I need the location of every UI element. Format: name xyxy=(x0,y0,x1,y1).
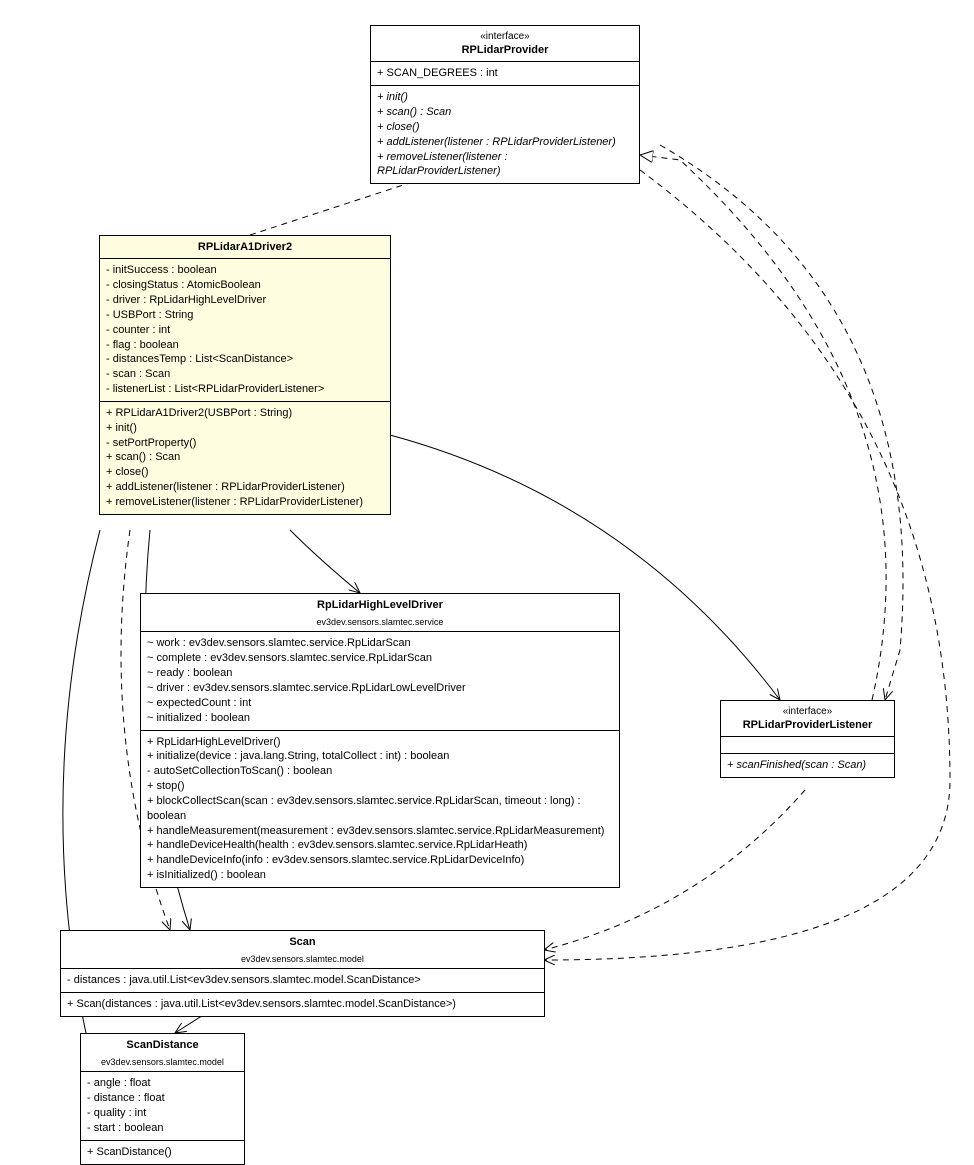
operations: + ScanDistance() xyxy=(81,1140,244,1164)
attributes: - angle : float - distance : float - qua… xyxy=(81,1071,244,1139)
operations: + scanFinished(scan : Scan) xyxy=(721,753,894,777)
class-name: Scan xyxy=(61,931,544,953)
operations: + RpLidarHighLevelDriver() + initialize(… xyxy=(141,730,619,887)
class-package: ev3dev.sensors.slamtec.model xyxy=(61,953,544,968)
class-name: RpLidarHighLevelDriver xyxy=(141,594,619,616)
stereotype: «interface» xyxy=(377,30,633,43)
class-name: ScanDistance xyxy=(81,1034,244,1056)
operations: + Scan(distances : java.util.List<ev3dev… xyxy=(61,992,544,1016)
attributes: + SCAN_DEGREES : int xyxy=(371,61,639,85)
attributes: - distances : java.util.List<ev3dev.sens… xyxy=(61,968,544,992)
attributes: ~ work : ev3dev.sensors.slamtec.service.… xyxy=(141,631,619,729)
interface-rplidarproviderlistener: «interface» RPLidarProviderListener + sc… xyxy=(720,700,895,778)
attributes: - initSuccess : boolean - closingStatus … xyxy=(100,258,390,401)
class-rplidarhighleveldriver: RpLidarHighLevelDriver ev3dev.sensors.sl… xyxy=(140,593,620,888)
operations: + init() + scan() : Scan + close() + add… xyxy=(371,85,639,183)
attributes xyxy=(721,736,894,753)
class-name: RPLidarProvider xyxy=(377,43,633,57)
class-package: ev3dev.sensors.slamtec.service xyxy=(141,616,619,631)
class-name: RPLidarProviderListener xyxy=(727,718,888,732)
class-rplidara1driver2: RPLidarA1Driver2 - initSuccess : boolean… xyxy=(99,235,391,515)
interface-rplidarprovider: «interface» RPLidarProvider + SCAN_DEGRE… xyxy=(370,25,640,184)
class-scan: Scan ev3dev.sensors.slamtec.model - dist… xyxy=(60,930,545,1017)
operations: + RPLidarA1Driver2(USBPort : String) + i… xyxy=(100,401,390,514)
stereotype: «interface» xyxy=(727,705,888,718)
class-name: RPLidarA1Driver2 xyxy=(100,236,390,258)
class-package: ev3dev.sensors.slamtec.model xyxy=(81,1056,244,1071)
